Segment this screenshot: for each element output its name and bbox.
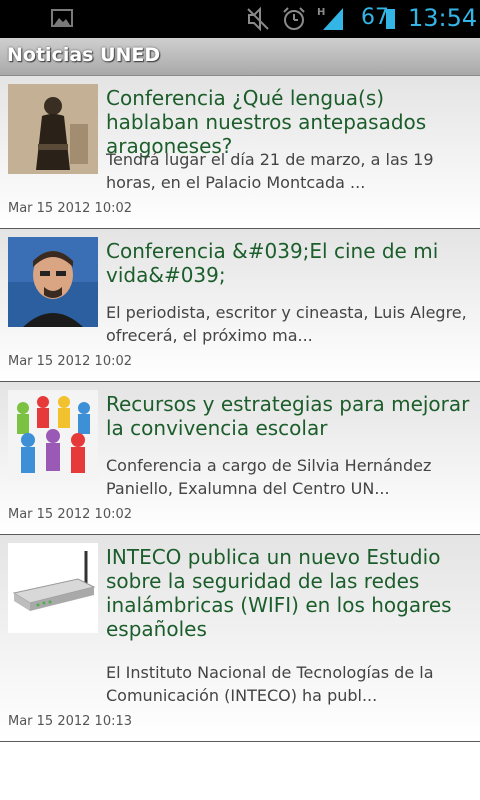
mute-icon (247, 6, 269, 32)
news-thumbnail (8, 543, 98, 633)
news-title: Recursos y estrategias para mejorar la c… (106, 392, 470, 440)
news-summary: Tendrá lugar el día 21 de marzo, a las 1… (106, 150, 434, 192)
news-item[interactable]: Conferencia &#039;El cine de mi vida&#03… (0, 229, 480, 382)
status-bar: H 67 13:54 (0, 0, 480, 38)
image-notification-icon (51, 9, 73, 27)
news-list: Conferencia ¿Qué lengua(s) hablaban nues… (0, 76, 480, 742)
alarm-icon (283, 7, 305, 30)
news-summary: El periodista, escritor y cineasta, Luis… (106, 303, 467, 345)
news-date: Mar 15 2012 10:13 (8, 714, 133, 729)
network-type-label: H (317, 7, 325, 18)
news-summary: El Instituto Nacional de Tecnologías de … (106, 663, 434, 705)
news-thumbnail (8, 237, 98, 327)
news-item[interactable]: Recursos y estrategias para mejorar la c… (0, 382, 480, 535)
news-title: Conferencia &#039;El cine de mi vida&#03… (106, 239, 439, 287)
clock: 13:54 (408, 4, 478, 32)
news-item[interactable]: Conferencia ¿Qué lengua(s) hablaban nues… (0, 76, 480, 229)
news-thumbnail (8, 84, 98, 174)
news-thumbnail (8, 390, 98, 480)
news-date: Mar 15 2012 10:02 (8, 201, 133, 216)
news-date: Mar 15 2012 10:02 (8, 507, 133, 522)
signal-icon: H (317, 7, 343, 30)
news-summary: Conferencia a cargo de Silvia Hernández … (106, 456, 432, 498)
battery-icon (386, 9, 395, 29)
page-title: Noticias UNED (7, 44, 161, 66)
battery-level-text: 67 (361, 5, 389, 30)
news-title: INTECO publica un nuevo Estudio sobre la… (106, 545, 452, 641)
news-date: Mar 15 2012 10:02 (8, 354, 133, 369)
app-title-bar: Noticias UNED (0, 38, 480, 76)
news-item[interactable]: INTECO publica un nuevo Estudio sobre la… (0, 535, 480, 742)
